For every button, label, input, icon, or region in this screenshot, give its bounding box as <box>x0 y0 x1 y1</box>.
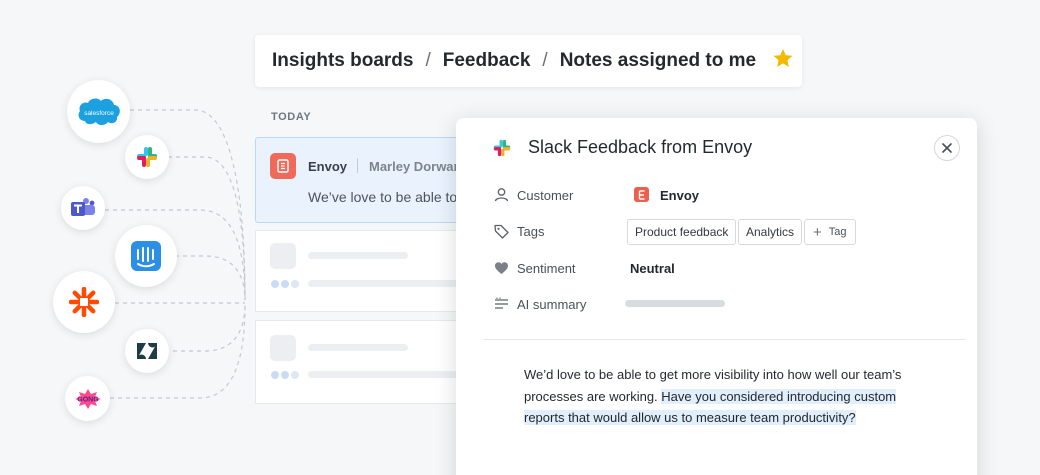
breadcrumb-separator: / <box>542 50 548 71</box>
ai-summary-label: AI summary <box>517 297 587 312</box>
breadcrumb-item-current: Notes assigned to me <box>559 50 757 71</box>
plus-icon: + <box>813 223 822 241</box>
favorite-star-icon[interactable] <box>772 48 794 75</box>
customer-value[interactable]: Envoy <box>660 188 699 203</box>
note-detail-panel: Slack Feedback from Envoy Customer Envoy… <box>456 118 977 475</box>
sentiment-value[interactable]: Neutral <box>630 261 675 276</box>
note-list-item[interactable]: Envoy Marley Dorwart We’ve love to be ab… <box>255 137 485 223</box>
note-meta-divider <box>357 158 358 173</box>
salesforce-cloud-icon: salesforce <box>78 98 120 125</box>
tag-chip[interactable]: Analytics <box>738 219 803 245</box>
gong-logo: GONG <box>65 376 110 421</box>
placeholder-dot <box>271 371 279 379</box>
slack-icon <box>493 139 511 162</box>
breadcrumb-item-feedback[interactable]: Feedback <box>443 50 531 72</box>
gong-wordmark: GONG <box>77 396 99 403</box>
zendesk-logo <box>125 329 169 373</box>
breadcrumb-separator: / <box>425 50 431 71</box>
placeholder-avatar <box>270 243 296 269</box>
placeholder-dot <box>281 371 289 379</box>
placeholder-dot <box>281 280 289 288</box>
note-list-item-placeholder <box>255 320 486 404</box>
zapier-logo <box>53 271 115 333</box>
tag-chip[interactable]: Product feedback <box>627 219 737 245</box>
teams-icon <box>71 198 95 216</box>
envoy-logo-icon <box>270 153 296 179</box>
placeholder-dot <box>291 371 299 379</box>
salesforce-wordmark: salesforce <box>84 110 114 117</box>
note-snippet: We’ve love to be able to <box>308 189 458 205</box>
placeholder-line <box>308 252 408 259</box>
slack-logo <box>125 135 169 179</box>
ai-summary-icon <box>494 297 509 316</box>
intercom-logo <box>115 225 177 287</box>
add-tag-label: Tag <box>828 226 847 238</box>
close-button[interactable] <box>934 135 960 161</box>
envoy-logo-icon <box>634 187 649 202</box>
slack-icon <box>137 147 157 167</box>
intercom-icon <box>131 241 161 271</box>
salesforce-logo: salesforce <box>67 80 130 143</box>
breadcrumb-item-insights-boards[interactable]: Insights boards <box>272 50 413 72</box>
sentiment-label: Sentiment <box>517 261 576 276</box>
ai-summary-loading-bar <box>625 300 725 307</box>
note-company-name: Envoy <box>308 159 348 174</box>
placeholder-dot <box>291 280 299 288</box>
heart-icon <box>494 261 509 280</box>
gong-icon: GONG <box>74 388 101 409</box>
note-list-item-placeholder <box>255 230 486 312</box>
placeholder-line <box>308 344 408 351</box>
panel-title: Slack Feedback from Envoy <box>528 137 753 157</box>
add-tag-button[interactable]: + Tag <box>804 219 856 245</box>
placeholder-avatar <box>270 335 296 361</box>
tag-icon <box>494 224 509 244</box>
person-icon <box>494 187 509 207</box>
microsoft-teams-logo <box>61 186 105 230</box>
zapier-asterisk-icon <box>69 287 99 317</box>
note-body-text[interactable]: We’d love to be able to get more visibil… <box>524 364 924 429</box>
customer-label: Customer <box>517 188 574 203</box>
tags-label: Tags <box>517 224 545 239</box>
zendesk-icon <box>137 343 157 359</box>
close-icon <box>942 143 952 153</box>
placeholder-dot <box>271 280 279 288</box>
breadcrumb: Insights boards / Feedback / Notes assig… <box>255 35 802 87</box>
day-group-label: TODAY <box>271 111 312 123</box>
panel-divider <box>484 339 966 340</box>
note-author-name: Marley Dorwart <box>369 159 463 174</box>
